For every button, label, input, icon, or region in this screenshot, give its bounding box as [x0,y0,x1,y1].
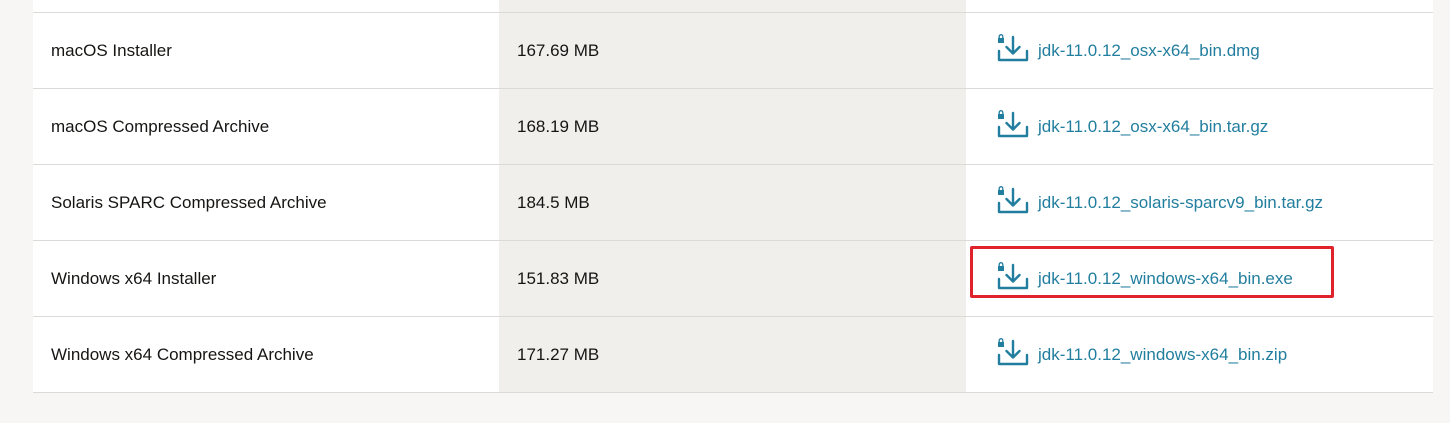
product-name: macOS Compressed Archive [51,116,270,136]
download-cell: jdk-11.0.12_osx-x64_bin.tar.gz [966,89,1433,164]
product-name: Windows x64 Installer [51,268,217,288]
product-cell: Windows x64 Compressed Archive [33,317,499,392]
file-size: 151.83 MB [517,268,600,288]
lock-download-icon [997,109,1029,137]
download-filename: jdk-11.0.12_windows-x64_bin.zip [1038,344,1288,364]
table-top-edge [33,0,1433,13]
table-row: Windows x64 Compressed Archive 171.27 MB… [33,317,1433,393]
download-cell: jdk-11.0.12_solaris-sparcv9_bin.tar.gz [966,165,1433,240]
size-cell: 184.5 MB [499,165,966,240]
download-cell: jdk-11.0.12_windows-x64_bin.exe [966,241,1433,316]
download-link[interactable]: jdk-11.0.12_windows-x64_bin.exe [996,261,1293,296]
product-name: Solaris SPARC Compressed Archive [51,192,327,212]
size-cell: 167.69 MB [499,13,966,88]
lock-download-icon [997,185,1029,213]
size-cell: 168.19 MB [499,89,966,164]
lock-download-icon [997,33,1029,61]
file-size: 171.27 MB [517,344,600,364]
table-row: macOS Compressed Archive 168.19 MB jdk-1… [33,89,1433,165]
file-size: 184.5 MB [517,192,590,212]
table-row: Solaris SPARC Compressed Archive 184.5 M… [33,165,1433,241]
product-name: Windows x64 Compressed Archive [51,344,314,364]
lock-download-icon [997,261,1029,289]
size-cell: 171.27 MB [499,317,966,392]
download-filename: jdk-11.0.12_windows-x64_bin.exe [1038,268,1293,288]
file-size: 168.19 MB [517,116,600,136]
download-filename: jdk-11.0.12_osx-x64_bin.dmg [1038,40,1260,60]
download-link[interactable]: jdk-11.0.12_solaris-sparcv9_bin.tar.gz [996,185,1324,220]
product-cell: macOS Installer [33,13,499,88]
download-link[interactable]: jdk-11.0.12_windows-x64_bin.zip [996,337,1288,372]
product-cell: macOS Compressed Archive [33,89,499,164]
product-cell: Windows x64 Installer [33,241,499,316]
downloads-table: macOS Installer 167.69 MB jdk-11.0.12_os… [33,0,1433,393]
download-filename: jdk-11.0.12_osx-x64_bin.tar.gz [1038,116,1269,136]
download-filename: jdk-11.0.12_solaris-sparcv9_bin.tar.gz [1038,192,1324,212]
download-cell: jdk-11.0.12_osx-x64_bin.dmg [966,13,1433,88]
file-size: 167.69 MB [517,40,600,60]
download-link[interactable]: jdk-11.0.12_osx-x64_bin.tar.gz [996,109,1269,144]
lock-download-icon [997,337,1029,365]
product-cell: Solaris SPARC Compressed Archive [33,165,499,240]
table-row: macOS Installer 167.69 MB jdk-11.0.12_os… [33,13,1433,89]
download-link[interactable]: jdk-11.0.12_osx-x64_bin.dmg [996,33,1260,68]
table-row: Windows x64 Installer 151.83 MB jdk-11.0… [33,241,1433,317]
download-cell: jdk-11.0.12_windows-x64_bin.zip [966,317,1433,392]
size-cell: 151.83 MB [499,241,966,316]
product-name: macOS Installer [51,40,172,60]
